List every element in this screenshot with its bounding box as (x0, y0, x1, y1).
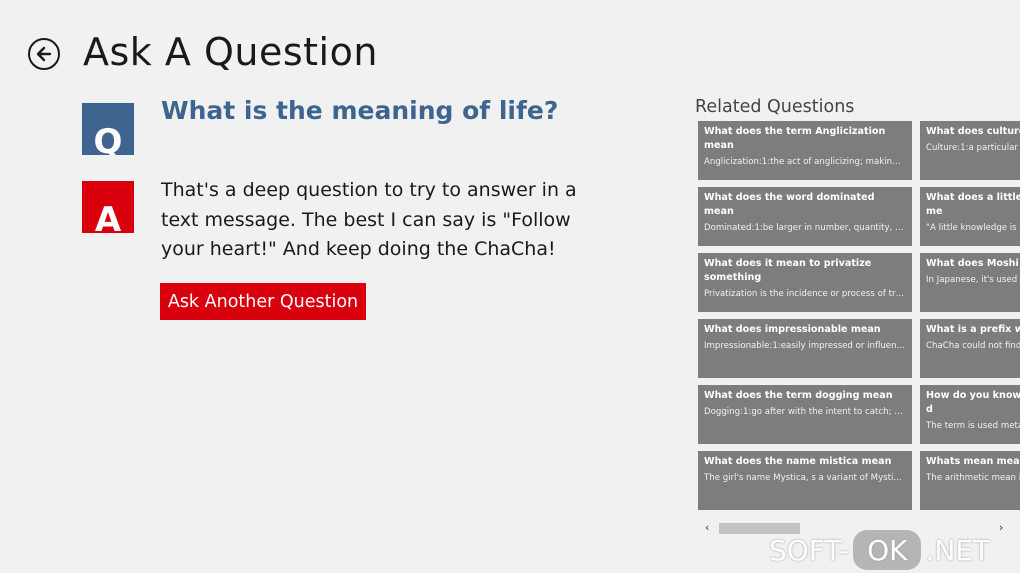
related-question-title: What is a prefix wo (926, 324, 1020, 335)
related-question-title: What does impressionable mean (704, 324, 881, 335)
related-question-snippet: ChaCha could not find (926, 341, 1020, 351)
related-question-snippet: Anglicization:1:the act of anglicizing; … (704, 157, 906, 167)
related-question-tile[interactable]: What does the name mistica mean The girl'… (698, 451, 912, 510)
related-question-snippet: Privatization is the incidence or proces… (704, 289, 906, 299)
related-question-tile[interactable]: Whats mean mean The arithmetic mean is (920, 451, 1020, 510)
question-text: What is the meaning of life? (161, 96, 559, 125)
related-question-snippet: "A little knowledge is a (926, 223, 1020, 233)
related-questions-grid: What does the term Anglicization mean Ang… (698, 121, 1020, 511)
related-question-title: What does a little le dangerous thing me (926, 192, 1020, 217)
related-question-title: What does it mean to privatize something (704, 258, 872, 283)
watermark-prefix: SOFT- (769, 533, 850, 567)
question-badge-letter: Q (93, 122, 123, 155)
scroll-left-icon[interactable]: ‹ (705, 521, 709, 534)
related-question-snippet: Dominated:1:be larger in number, quantit… (704, 223, 906, 233)
answer-text: That's a deep question to try to answer … (161, 179, 577, 260)
related-question-title: What does the name mistica mean (704, 456, 892, 467)
related-question-snippet: Impressionable:1:easily impressed or inf… (704, 341, 906, 351)
related-question-title: What does the term Anglicization mean (704, 126, 886, 151)
related-question-title: How do you know i boomer and what d (926, 390, 1020, 415)
page-title: Ask A Question (83, 30, 378, 74)
answer-badge-letter: A (94, 200, 122, 233)
related-question-snippet: The girl's name Mystica, s a variant of … (704, 473, 906, 483)
related-question-title: What does the word dominated mean (704, 192, 875, 217)
related-question-tile[interactable]: What is a prefix wo ChaCha could not find (920, 319, 1020, 378)
related-question-snippet: In Japanese, it's used w (926, 275, 1020, 285)
scroll-right-icon[interactable]: › (999, 521, 1003, 534)
related-question-tile[interactable]: What does culture m Culture:1:a particula… (920, 121, 1020, 180)
question-badge: Q (82, 103, 134, 155)
back-arrow-icon (36, 46, 52, 62)
related-question-snippet: Dogging:1:go after with the intent to ca… (704, 407, 906, 417)
related-question-tile[interactable]: What does the word dominated mean Dominat… (698, 187, 912, 246)
related-question-snippet: The term is used metap (926, 421, 1020, 431)
related-question-tile[interactable]: What does the term dogging mean Dogging:1… (698, 385, 912, 444)
watermark-ok: OK (853, 530, 922, 570)
related-question-snippet: The arithmetic mean is (926, 473, 1020, 483)
answer-badge: A (82, 181, 134, 233)
related-question-tile[interactable]: What does Moshi m In Japanese, it's used … (920, 253, 1020, 312)
watermark-suffix: .NET (925, 533, 991, 567)
related-question-tile[interactable]: What does the term Anglicization mean Ang… (698, 121, 912, 180)
related-question-tile[interactable]: What does it mean to privatize something… (698, 253, 912, 312)
related-question-tile[interactable]: How do you know i boomer and what d The t… (920, 385, 1020, 444)
related-question-title: What does the term dogging mean (704, 390, 893, 401)
related-questions-title: Related Questions (695, 97, 855, 117)
related-question-tile[interactable]: What does a little le dangerous thing me… (920, 187, 1020, 246)
watermark: SOFT- OK .NET (769, 530, 990, 570)
related-question-title: Whats mean mean (926, 456, 1020, 467)
back-button[interactable] (28, 38, 60, 70)
related-question-title: What does Moshi m (926, 258, 1020, 269)
related-question-snippet: Culture:1:a particular so (926, 143, 1020, 153)
related-question-title: What does culture m (926, 126, 1020, 137)
related-question-tile[interactable]: What does impressionable mean Impressiona… (698, 319, 912, 378)
ask-another-question-button[interactable]: Ask Another Question (160, 283, 366, 320)
